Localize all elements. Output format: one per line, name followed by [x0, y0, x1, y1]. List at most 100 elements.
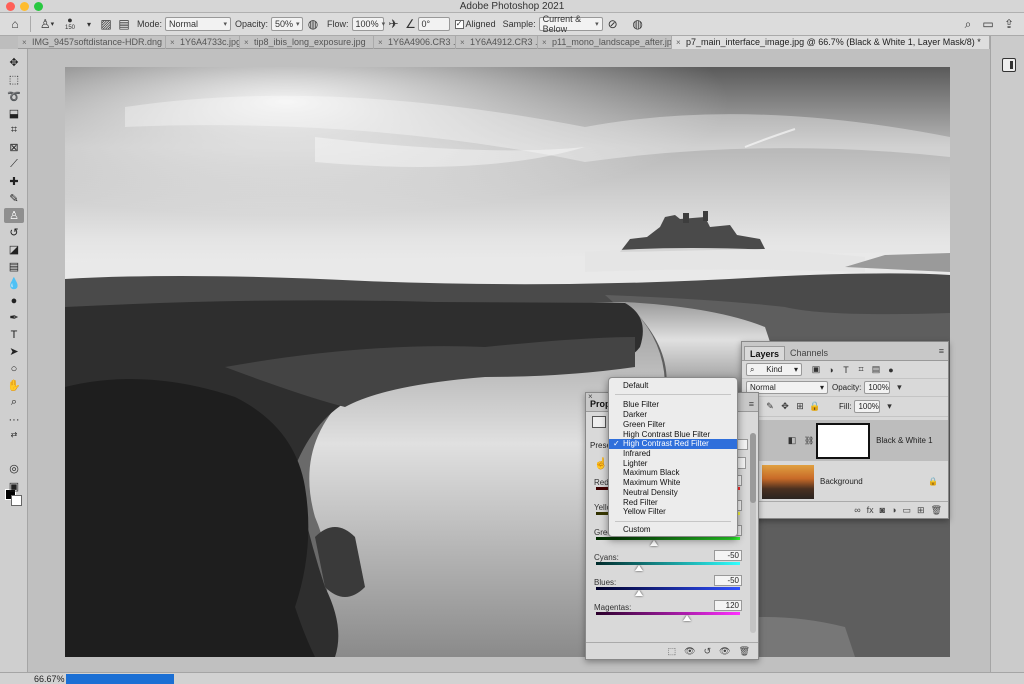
trash-icon[interactable]: 🗑 — [931, 505, 942, 516]
dodge-tool-icon[interactable]: ● — [4, 293, 24, 308]
history-brush-tool-icon[interactable]: ↺ — [4, 225, 24, 240]
lock-position-icon[interactable]: ✥ — [779, 401, 791, 413]
lasso-tool-icon[interactable]: ➰ — [4, 89, 24, 104]
slider-thumb[interactable] — [635, 565, 644, 571]
link-layers-icon[interactable]: ∞ — [854, 505, 860, 515]
quick-mask-icon[interactable]: ◎ — [4, 461, 24, 476]
close-icon[interactable]: × — [542, 36, 547, 49]
visibility-icon[interactable]: 👁 — [719, 646, 730, 657]
brush-tool-icon[interactable]: ✎ — [4, 191, 24, 206]
document-tab[interactable]: × tip8_ibis_long_exposure.jpg — [240, 36, 374, 49]
layer-filter-select[interactable]: ⌕ Kind ▾ — [746, 363, 802, 376]
add-mask-icon[interactable]: ◙ — [880, 505, 885, 515]
layer-fill-input[interactable]: 100% — [854, 400, 881, 413]
slider-thumb[interactable] — [682, 615, 691, 621]
airbrush-icon[interactable]: ✈ — [384, 15, 404, 33]
link-icon[interactable]: ⛓ — [804, 436, 814, 445]
document-tab-active[interactable]: × p7_main_interface_image.jpg @ 66.7% (Bl… — [672, 36, 990, 49]
new-layer-icon[interactable]: ⊞ — [917, 505, 925, 516]
trash-icon[interactable]: 🗑 — [739, 646, 750, 657]
preset-option-maximum-white[interactable]: Maximum White — [609, 478, 737, 488]
zoom-tool-icon[interactable]: ⌕ — [4, 395, 24, 410]
scrollbar[interactable] — [750, 433, 756, 633]
eyedropper-tool-icon[interactable]: ⟋ — [4, 157, 24, 172]
path-selection-tool-icon[interactable]: ➤ — [4, 344, 24, 359]
preset-option-blue-filter[interactable]: Blue Filter — [609, 400, 737, 410]
opacity-input[interactable]: 50% ▾ — [271, 17, 304, 31]
pressure-opacity-icon[interactable]: ◍ — [303, 15, 323, 33]
document-tab[interactable]: × IMG_9457softdistance-HDR.dng — [18, 36, 166, 49]
filter-adjustment-icon[interactable]: ◑ — [825, 364, 837, 376]
toggle-clone-source-icon[interactable]: ▤ — [115, 15, 133, 33]
clone-stamp-tool-icon[interactable]: ♙ — [4, 208, 24, 223]
view-previous-state-icon[interactable]: 👁 — [684, 646, 695, 657]
mode-select[interactable]: Normal ▾ — [165, 17, 232, 31]
document-tab[interactable]: × 1Y6A4733c.jpg... — [166, 36, 240, 49]
brush-picker-caret-icon[interactable]: ▾ — [81, 15, 97, 33]
angle-input[interactable]: 0° — [417, 17, 450, 31]
lock-all-icon[interactable]: 🔒 — [809, 401, 821, 413]
document-tab[interactable]: × 1Y6A4906.CR3 ... — [374, 36, 456, 49]
marquee-tool-icon[interactable]: ⬚ — [4, 72, 24, 87]
reset-icon[interactable]: ↺ — [704, 646, 712, 657]
close-icon[interactable]: × — [170, 36, 175, 49]
slider-blues[interactable]: Blues: -50 — [594, 575, 744, 596]
slider-value-input[interactable]: 120 — [714, 600, 742, 611]
search-icon[interactable]: ⌕ — [958, 15, 978, 33]
brush-size-picker[interactable]: ● 150 — [59, 15, 81, 33]
swap-colors-icon[interactable]: ⇄ — [4, 427, 24, 442]
document-tab[interactable]: × p11_mono_landscape_after.jpg — [538, 36, 672, 49]
slider-cyans[interactable]: Cyans: -50 — [594, 550, 744, 571]
type-tool-icon[interactable]: T — [4, 327, 24, 342]
screen-mode-icon[interactable]: ▣ — [4, 479, 24, 494]
crop-tool-icon[interactable]: ⌗ — [4, 123, 24, 138]
slider-thumb[interactable] — [649, 540, 658, 546]
flow-input[interactable]: 100% ▾ — [351, 17, 385, 31]
toggle-brush-settings-icon[interactable]: ▨ — [97, 15, 115, 33]
hand-tool-icon[interactable]: ✋ — [4, 378, 24, 393]
preset-option-custom[interactable]: Custom — [609, 525, 737, 535]
slider-magentas[interactable]: Magentas: 120 — [594, 600, 744, 621]
pressure-size-icon[interactable]: ◍ — [627, 15, 649, 33]
layer-style-icon[interactable]: fx — [867, 505, 874, 515]
slider-value-input[interactable]: -50 — [714, 575, 742, 586]
pen-tool-icon[interactable]: ✒ — [4, 310, 24, 325]
workspace-icon[interactable]: ▭ — [978, 15, 998, 33]
new-group-icon[interactable]: ▭ — [903, 505, 912, 516]
ignore-adjustment-layers-icon[interactable]: ⊘ — [603, 15, 623, 33]
slider-value-input[interactable]: -50 — [714, 550, 742, 561]
filter-type-icon[interactable]: T — [840, 364, 852, 376]
clone-stamp-preset-icon[interactable]: ♙ ▾ — [35, 15, 59, 33]
filter-toggle-icon[interactable]: ● — [885, 364, 897, 376]
gradient-tool-icon[interactable]: ▤ — [4, 259, 24, 274]
preset-option-green-filter[interactable]: Green Filter — [609, 420, 737, 430]
more-tools-icon[interactable]: ··· — [4, 412, 24, 427]
lock-artboard-icon[interactable]: ⊞ — [794, 401, 806, 413]
preset-option-default[interactable]: Default — [609, 381, 737, 391]
background-color-swatch[interactable] — [11, 495, 22, 506]
new-adjustment-layer-icon[interactable]: ◑ — [891, 505, 896, 515]
document-tab[interactable]: × 1Y6A4912.CR3 ... — [456, 36, 538, 49]
panel-menu-icon[interactable]: ≡ — [749, 399, 754, 409]
move-tool-icon[interactable]: ✥ — [4, 55, 24, 70]
layer-row-black-white[interactable]: 👁 ◧ ⛓ Black & White 1 — [742, 420, 948, 461]
layer-row-background[interactable]: 👁 Background 🔒 — [742, 461, 948, 502]
panel-toggle-icon[interactable] — [1002, 58, 1016, 72]
home-icon[interactable]: ⌂ — [4, 15, 26, 33]
lock-pixels-icon[interactable]: ✎ — [764, 401, 776, 413]
preset-option-high-contrast-red[interactable]: ✓ High Contrast Red Filter — [609, 439, 737, 449]
shape-tool-icon[interactable]: ○ — [4, 361, 24, 376]
close-icon[interactable]: × — [244, 36, 249, 49]
healing-brush-tool-icon[interactable]: ✚ — [4, 174, 24, 189]
filter-shape-icon[interactable]: ⌗ — [855, 364, 867, 376]
frame-tool-icon[interactable]: ⊠ — [4, 140, 24, 155]
share-icon[interactable]: ⇪ — [998, 15, 1020, 33]
object-selection-tool-icon[interactable]: ⬓ — [4, 106, 24, 121]
preset-option-yellow-filter[interactable]: Yellow Filter — [609, 507, 737, 517]
tab-layers[interactable]: Layers — [744, 346, 786, 360]
blur-tool-icon[interactable]: 💧 — [4, 276, 24, 291]
preset-option-neutral-density[interactable]: Neutral Density — [609, 488, 737, 498]
layer-opacity-input[interactable]: 100% — [864, 381, 891, 394]
filter-smart-object-icon[interactable]: ▤ — [870, 364, 882, 376]
targeted-adjustment-icon[interactable]: ☝ — [594, 457, 608, 470]
